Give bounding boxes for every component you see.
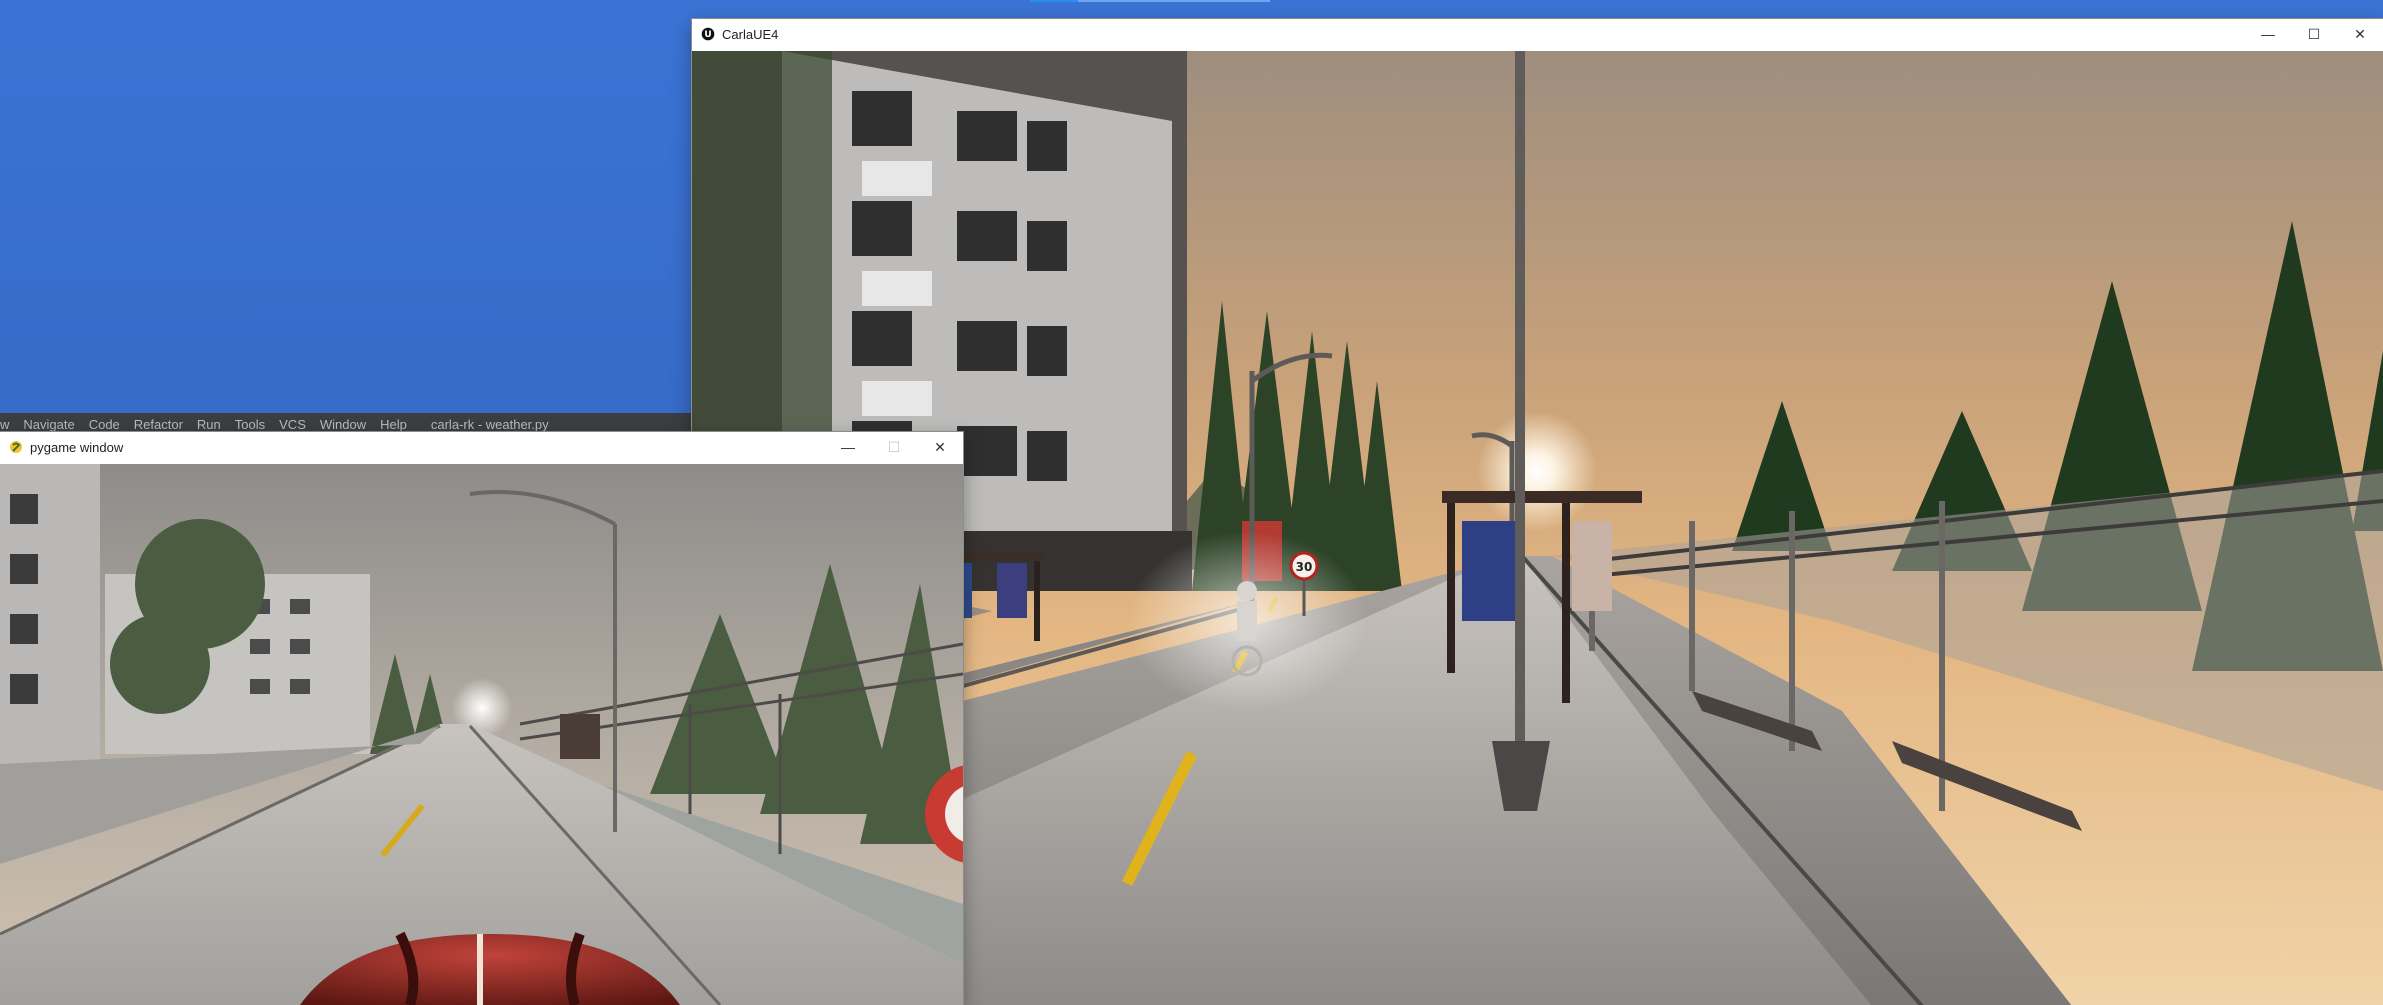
- taskbar-active-segment: [1030, 0, 1078, 2]
- ide-menu-navigate[interactable]: Navigate: [23, 417, 74, 432]
- pygame-titlebar[interactable]: pygame window — ☐ ✕: [0, 432, 963, 462]
- pygame-scene: [0, 464, 963, 1005]
- speed-limit-text: 30: [1296, 560, 1313, 574]
- ide-menu-run[interactable]: Run: [197, 417, 221, 432]
- ide-menu-code[interactable]: Code: [89, 417, 120, 432]
- carla-minimize-button[interactable]: —: [2245, 19, 2291, 49]
- pygame-minimize-button[interactable]: —: [825, 432, 871, 462]
- carla-close-button[interactable]: ✕: [2337, 19, 2383, 49]
- unreal-engine-icon: U: [700, 26, 716, 42]
- pygame-close-button[interactable]: ✕: [917, 432, 963, 462]
- ide-menu-window[interactable]: Window: [320, 417, 366, 432]
- pygame-snake-icon: [8, 439, 24, 455]
- ide-breadcrumb: carla-rk - weather.py: [430, 417, 549, 432]
- ide-menu-vcs[interactable]: VCS: [279, 417, 306, 432]
- pygame-window-title: pygame window: [30, 439, 124, 455]
- pygame-maximize-button[interactable]: ☐: [871, 432, 917, 462]
- taskbar-strip: [1030, 0, 1270, 2]
- pygame-camera-viewport[interactable]: [0, 464, 963, 1005]
- ide-menu-bar: w Navigate Code Refactor Run Tools VCS W…: [0, 417, 549, 432]
- ide-menu-refactor[interactable]: Refactor: [134, 417, 183, 432]
- svg-text:U: U: [704, 30, 711, 40]
- carla-titlebar[interactable]: U CarlaUE4 — ☐ ✕: [692, 19, 2383, 49]
- ide-menu-tools[interactable]: Tools: [235, 417, 265, 432]
- ide-menu-help[interactable]: Help: [380, 417, 407, 432]
- carla-maximize-button[interactable]: ☐: [2291, 19, 2337, 49]
- carla-window-title: CarlaUE4: [722, 26, 779, 42]
- pygame-window[interactable]: pygame window — ☐ ✕: [0, 432, 963, 1005]
- ide-menu-item[interactable]: w: [0, 417, 9, 432]
